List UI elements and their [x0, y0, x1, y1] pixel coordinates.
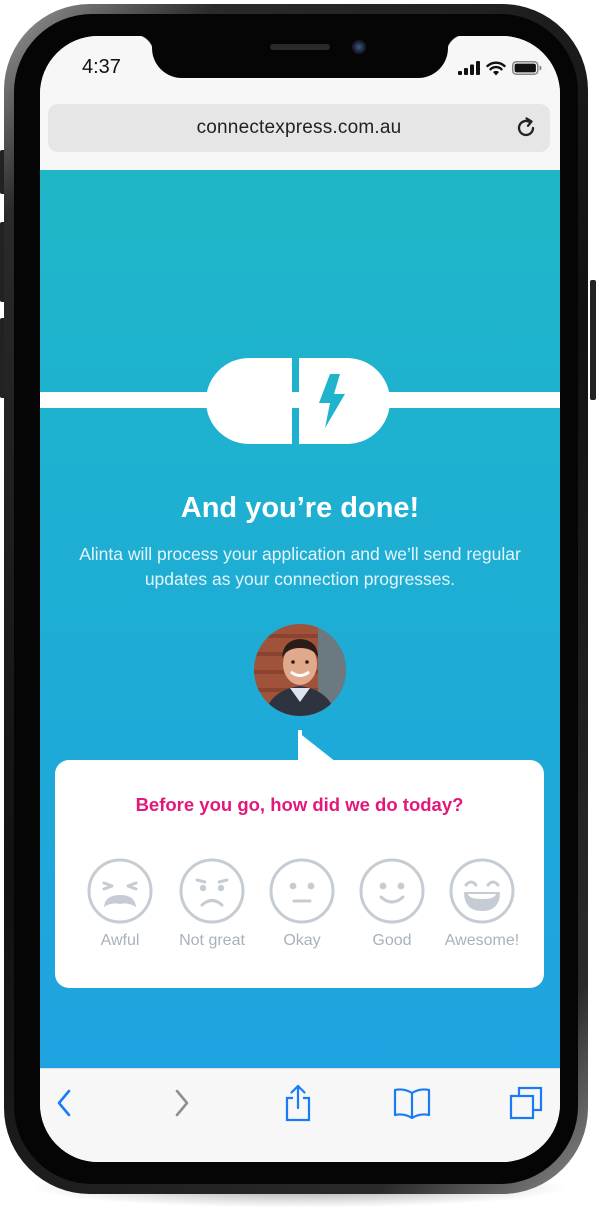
cellular-signal-icon — [458, 61, 480, 75]
rating-awful[interactable]: Awful — [75, 858, 165, 950]
good-face-icon — [359, 858, 425, 924]
awesome-face-icon — [449, 858, 515, 924]
battery-icon — [512, 61, 542, 75]
rating-awesome[interactable]: Awesome! — [437, 858, 527, 950]
share-icon — [285, 1084, 311, 1122]
rating-okay[interactable]: Okay — [257, 858, 347, 950]
advisor-avatar — [254, 624, 346, 716]
not-great-face-icon — [179, 858, 245, 924]
feedback-card: Before you go, how did we do today? Awfu… — [55, 760, 544, 988]
speech-tail-point — [298, 732, 336, 762]
rating-label-awful: Awful — [100, 932, 140, 949]
rating-label-good: Good — [372, 932, 412, 949]
url-text: connectexpress.com.au — [196, 117, 402, 138]
reload-icon[interactable] — [514, 116, 538, 140]
back-button[interactable] — [44, 1083, 84, 1123]
rating-label-awesome: Awesome! — [444, 932, 520, 949]
share-button[interactable] — [278, 1083, 318, 1123]
page-content: And you’re done! Alinta will process you… — [40, 170, 560, 1068]
rating-label-not-great: Not great — [179, 932, 245, 949]
status-icons — [458, 60, 542, 76]
tabs-button[interactable] — [506, 1083, 546, 1123]
page-subtitle: Alinta will process your application and… — [79, 544, 521, 589]
feedback-question: Before you go, how did we do today? — [135, 794, 464, 815]
rating-label-okay: Okay — [283, 932, 321, 949]
address-bar[interactable]: connectexpress.com.au — [48, 104, 550, 152]
rating-good[interactable]: Good — [347, 858, 437, 950]
plug-connected-icon — [206, 358, 390, 444]
tabs-icon — [509, 1086, 543, 1120]
speaker-grille — [270, 44, 330, 50]
power-button — [590, 280, 596, 400]
back-icon — [57, 1089, 71, 1117]
wifi-icon — [486, 61, 506, 75]
status-bar: 4:37 — [40, 36, 560, 106]
forward-icon — [175, 1089, 189, 1117]
front-camera — [352, 40, 366, 54]
status-time: 4:37 — [82, 56, 121, 78]
forward-button[interactable] — [162, 1083, 202, 1123]
awful-face-icon — [87, 858, 153, 924]
notch — [134, 36, 466, 78]
okay-face-icon — [269, 858, 335, 924]
bookmarks-icon — [393, 1088, 431, 1119]
rating-options: Awful Not great Okay Good Awesome! — [75, 858, 525, 958]
page-title: And you’re done! — [180, 492, 420, 524]
rating-not-great[interactable]: Not great — [167, 858, 257, 950]
browser-toolbar — [40, 1068, 560, 1162]
advisor-photo — [254, 624, 346, 716]
phone-screen: 4:37 connectexpress.com.au And you’re do… — [40, 36, 560, 1162]
bookmarks-button[interactable] — [392, 1083, 432, 1123]
